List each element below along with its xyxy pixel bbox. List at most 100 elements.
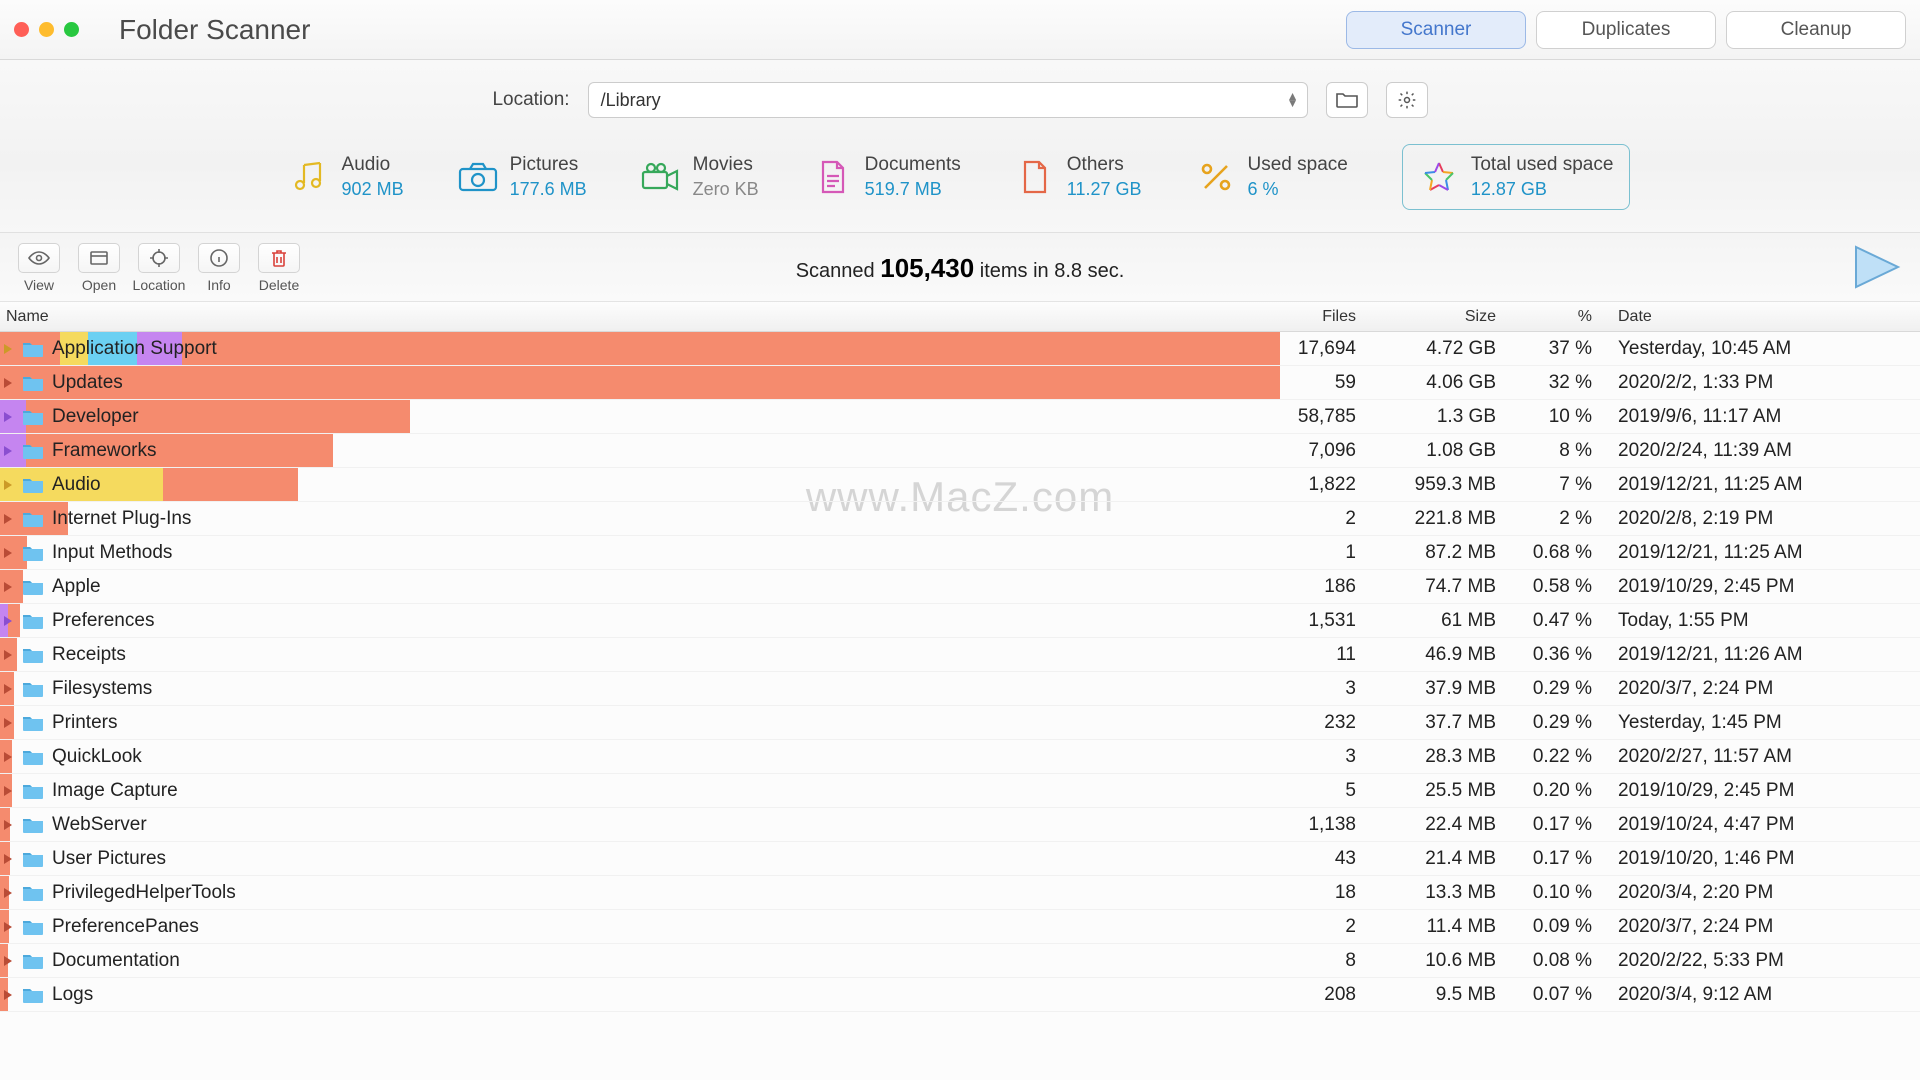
- close-window-button[interactable]: [14, 22, 29, 37]
- zoom-window-button[interactable]: [64, 22, 79, 37]
- table-row[interactable]: PrivilegedHelperTools1813.3 MB0.10 %2020…: [0, 876, 1920, 910]
- play-button[interactable]: [1852, 245, 1902, 289]
- folder-name: PrivilegedHelperTools: [52, 882, 236, 904]
- folder-name: Documentation: [52, 950, 180, 972]
- cell-pct: 10 %: [1514, 406, 1610, 428]
- col-header-date[interactable]: Date: [1610, 308, 1920, 326]
- tab-scanner[interactable]: Scanner: [1346, 11, 1526, 49]
- disclosure-triangle-icon[interactable]: [2, 819, 14, 831]
- folder-name: WebServer: [52, 814, 147, 836]
- table-row[interactable]: Printers23237.7 MB0.29 %Yesterday, 1:45 …: [0, 706, 1920, 740]
- cell-date: 2019/12/21, 11:26 AM: [1610, 644, 1920, 666]
- disclosure-triangle-icon[interactable]: [2, 887, 14, 899]
- disclosure-triangle-icon[interactable]: [2, 581, 14, 593]
- disclosure-triangle-icon[interactable]: [2, 955, 14, 967]
- cell-size: 13.3 MB: [1374, 882, 1514, 904]
- location-dropdown[interactable]: /Library ▲▼: [588, 82, 1308, 118]
- cell-files: 232: [1262, 712, 1374, 734]
- stat-audio: Audio902 MB: [290, 153, 404, 201]
- table-row[interactable]: WebServer1,13822.4 MB0.17 %2019/10/24, 4…: [0, 808, 1920, 842]
- table-row[interactable]: Filesystems337.9 MB0.29 %2020/3/7, 2:24 …: [0, 672, 1920, 706]
- disclosure-triangle-icon[interactable]: [2, 683, 14, 695]
- table-row[interactable]: Documentation810.6 MB0.08 %2020/2/22, 5:…: [0, 944, 1920, 978]
- table-row[interactable]: Application Support17,6944.72 GB37 %Yest…: [0, 332, 1920, 366]
- window-controls: [14, 22, 79, 37]
- gear-icon: [1397, 90, 1417, 110]
- folder-icon: [22, 850, 44, 868]
- disclosure-triangle-icon[interactable]: [2, 343, 14, 355]
- disclosure-triangle-icon[interactable]: [2, 751, 14, 763]
- cell-size: 37.9 MB: [1374, 678, 1514, 700]
- table-row[interactable]: Apple18674.7 MB0.58 %2019/10/29, 2:45 PM: [0, 570, 1920, 604]
- table-row[interactable]: Audio1,822959.3 MB7 %2019/12/21, 11:25 A…: [0, 468, 1920, 502]
- tab-duplicates[interactable]: Duplicates: [1536, 11, 1716, 49]
- cell-size: 10.6 MB: [1374, 950, 1514, 972]
- table-row[interactable]: Input Methods187.2 MB0.68 %2019/12/21, 1…: [0, 536, 1920, 570]
- cell-pct: 0.08 %: [1514, 950, 1610, 972]
- cell-files: 3: [1262, 678, 1374, 700]
- folder-icon: [22, 646, 44, 664]
- cell-date: 2020/2/27, 11:57 AM: [1610, 746, 1920, 768]
- stat-total-used-space[interactable]: Total used space12.87 GB: [1402, 144, 1631, 210]
- cell-pct: 0.36 %: [1514, 644, 1610, 666]
- cell-pct: 0.58 %: [1514, 576, 1610, 598]
- table-row[interactable]: Updates594.06 GB32 %2020/2/2, 1:33 PM: [0, 366, 1920, 400]
- cell-size: 61 MB: [1374, 610, 1514, 632]
- cell-pct: 0.20 %: [1514, 780, 1610, 802]
- table-row[interactable]: Preferences1,53161 MB0.47 %Today, 1:55 P…: [0, 604, 1920, 638]
- folder-name: Apple: [52, 576, 101, 598]
- cell-date: 2020/2/2, 1:33 PM: [1610, 372, 1920, 394]
- folder-icon: [22, 986, 44, 1004]
- col-header-files[interactable]: Files: [1262, 308, 1374, 326]
- folder-name: Audio: [52, 474, 101, 496]
- folder-icon: [22, 442, 44, 460]
- folder-name: Logs: [52, 984, 93, 1006]
- folder-name: Printers: [52, 712, 117, 734]
- col-header-size[interactable]: Size: [1374, 308, 1514, 326]
- disclosure-triangle-icon[interactable]: [2, 989, 14, 1001]
- music-note-icon: [290, 159, 330, 195]
- table-row[interactable]: QuickLook328.3 MB0.22 %2020/2/27, 11:57 …: [0, 740, 1920, 774]
- folder-icon: [22, 544, 44, 562]
- settings-button[interactable]: [1386, 82, 1428, 118]
- star-icon: [1419, 159, 1459, 195]
- disclosure-triangle-icon[interactable]: [2, 513, 14, 525]
- location-button[interactable]: Location: [134, 243, 184, 293]
- minimize-window-button[interactable]: [39, 22, 54, 37]
- table-row[interactable]: Developer58,7851.3 GB10 %2019/9/6, 11:17…: [0, 400, 1920, 434]
- disclosure-triangle-icon[interactable]: [2, 649, 14, 661]
- table-row[interactable]: PreferencePanes211.4 MB0.09 %2020/3/7, 2…: [0, 910, 1920, 944]
- table-row[interactable]: Frameworks7,0961.08 GB8 %2020/2/24, 11:3…: [0, 434, 1920, 468]
- disclosure-triangle-icon[interactable]: [2, 853, 14, 865]
- eye-icon: [28, 251, 50, 265]
- document-icon: [813, 159, 853, 195]
- disclosure-triangle-icon[interactable]: [2, 377, 14, 389]
- open-button[interactable]: Open: [74, 243, 124, 293]
- disclosure-triangle-icon[interactable]: [2, 717, 14, 729]
- disclosure-triangle-icon[interactable]: [2, 785, 14, 797]
- disclosure-triangle-icon[interactable]: [2, 615, 14, 627]
- table-row[interactable]: Receipts1146.9 MB0.36 %2019/12/21, 11:26…: [0, 638, 1920, 672]
- table-row[interactable]: User Pictures4321.4 MB0.17 %2019/10/20, …: [0, 842, 1920, 876]
- browse-folder-button[interactable]: [1326, 82, 1368, 118]
- disclosure-triangle-icon[interactable]: [2, 445, 14, 457]
- delete-button[interactable]: Delete: [254, 243, 304, 293]
- disclosure-triangle-icon[interactable]: [2, 411, 14, 423]
- table-row[interactable]: Internet Plug-Ins2221.8 MB2 %2020/2/8, 2…: [0, 502, 1920, 536]
- cell-date: Yesterday, 1:45 PM: [1610, 712, 1920, 734]
- info-button[interactable]: Info: [194, 243, 244, 293]
- cell-date: 2020/2/8, 2:19 PM: [1610, 508, 1920, 530]
- disclosure-triangle-icon[interactable]: [2, 921, 14, 933]
- tab-cleanup[interactable]: Cleanup: [1726, 11, 1906, 49]
- folder-name: Image Capture: [52, 780, 178, 802]
- col-header-name[interactable]: Name: [0, 308, 1262, 326]
- col-header-pct[interactable]: %: [1514, 308, 1610, 326]
- view-button[interactable]: View: [14, 243, 64, 293]
- disclosure-triangle-icon[interactable]: [2, 479, 14, 491]
- cell-size: 4.06 GB: [1374, 372, 1514, 394]
- folder-icon: [22, 476, 44, 494]
- table-row[interactable]: Logs2089.5 MB0.07 %2020/3/4, 9:12 AM: [0, 978, 1920, 1012]
- table-row[interactable]: Image Capture525.5 MB0.20 %2019/10/29, 2…: [0, 774, 1920, 808]
- disclosure-triangle-icon[interactable]: [2, 547, 14, 559]
- folder-icon: [22, 578, 44, 596]
